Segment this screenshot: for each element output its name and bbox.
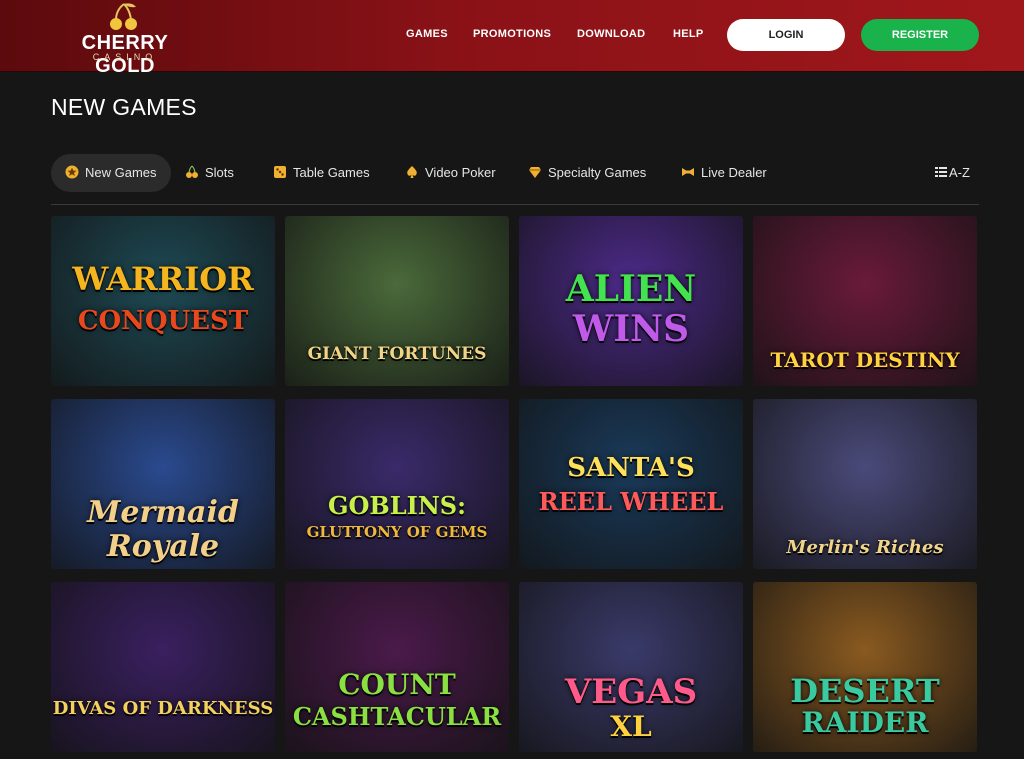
logo-subtitle: CASINO <box>92 52 158 62</box>
game-title-line2: XL <box>610 710 652 743</box>
cherries-icon <box>186 165 198 178</box>
game-title-line1: VEGAS <box>564 672 698 712</box>
nav-games[interactable]: GAMES <box>406 28 448 40</box>
game-title-line1: COUNT <box>338 668 456 701</box>
game-title-line1: Merlin's Riches <box>786 537 944 558</box>
game-tile-merlins-riches[interactable]: Merlin's Riches <box>753 399 977 569</box>
game-title-line1: DIVAS OF DARKNESS <box>52 698 274 719</box>
game-tile-vegas-xl[interactable]: VEGAS XL <box>519 582 743 752</box>
game-tile-santas-reel-wheel[interactable]: SANTA'S REEL WHEEL <box>519 399 743 569</box>
tab-label: New Games <box>85 165 157 180</box>
tab-specialty-games[interactable]: Specialty Games <box>528 154 646 192</box>
game-tile-alien-wins[interactable]: ALIEN WINS <box>519 216 743 386</box>
game-tile-mermaid-royale[interactable]: Mermaid Royale <box>51 399 275 569</box>
divider <box>51 204 979 205</box>
nav-download[interactable]: DOWNLOAD <box>577 28 645 40</box>
game-title-line2: REEL WHEEL <box>538 487 724 516</box>
game-tile-desert-raider[interactable]: DESERT RAIDER <box>753 582 977 752</box>
game-title-line1: Mermaid <box>87 495 239 530</box>
tab-label: Video Poker <box>425 165 496 180</box>
game-title-line2: GLUTTONY OF GEMS <box>306 523 488 541</box>
game-title-line2: CONQUEST <box>77 306 249 336</box>
category-tabs: New Games Slots Table Games Video Poker … <box>51 154 979 192</box>
list-icon <box>935 167 947 177</box>
game-title-line1: SANTA'S <box>567 453 695 483</box>
tab-label: Table Games <box>293 165 370 180</box>
az-sort-button[interactable]: A-Z <box>935 154 970 192</box>
tab-live-dealer[interactable]: Live Dealer <box>681 154 767 192</box>
site-header: CHERRY GOLD CASINO GAMES PROMOTIONS DOWN… <box>0 0 1024 77</box>
game-title-line2: CASHTACULAR <box>292 702 502 731</box>
game-title-line1: GIANT FORTUNES <box>307 344 487 364</box>
star-badge-icon <box>65 165 79 179</box>
page-title: NEW GAMES <box>51 94 197 120</box>
game-tile-count-cashtacular[interactable]: COUNT CASHTACULAR <box>285 582 509 752</box>
dice-icon <box>274 166 286 178</box>
game-tile-giant-fortunes[interactable]: GIANT FORTUNES <box>285 216 509 386</box>
game-title-line2: RAIDER <box>801 706 929 739</box>
logo[interactable]: CHERRY GOLD CASINO <box>50 2 200 77</box>
game-tile-goblins[interactable]: GOBLINS: GLUTTONY OF GEMS <box>285 399 509 569</box>
nav-help[interactable]: HELP <box>673 28 704 40</box>
tab-new-games[interactable]: New Games <box>51 154 171 192</box>
tab-video-poker[interactable]: Video Poker <box>405 154 496 192</box>
game-tile-divas-of-darkness[interactable]: DIVAS OF DARKNESS <box>51 582 275 752</box>
tab-slots[interactable]: Slots <box>185 154 234 192</box>
game-title-line1: GOBLINS: <box>328 491 466 520</box>
game-title-line2: WINS <box>572 308 690 350</box>
cherries-icon <box>110 3 137 30</box>
game-tile-tarot-destiny[interactable]: TAROT DESTINY <box>753 216 977 386</box>
register-button[interactable]: REGISTER <box>861 19 979 51</box>
tab-label: Specialty Games <box>548 165 647 180</box>
game-title-line1: TAROT DESTINY <box>770 348 960 372</box>
bowtie-icon <box>682 168 694 176</box>
tab-table-games[interactable]: Table Games <box>273 154 370 192</box>
tab-label: Live Dealer <box>701 165 767 180</box>
tab-label: Slots <box>205 165 234 180</box>
game-tile-warrior-conquest[interactable]: WARRIOR CONQUEST <box>51 216 275 386</box>
nav-promotions[interactable]: PROMOTIONS <box>473 28 551 40</box>
login-button[interactable]: LOGIN <box>727 19 845 51</box>
spade-icon <box>407 166 417 178</box>
az-label: A-Z <box>949 165 970 180</box>
game-title-line1: ALIEN <box>565 268 697 310</box>
diamond-icon <box>529 167 541 178</box>
game-title-line1: WARRIOR <box>72 260 254 298</box>
game-title-line1: DESERT <box>790 672 940 710</box>
game-title-line2: Royale <box>106 529 220 564</box>
